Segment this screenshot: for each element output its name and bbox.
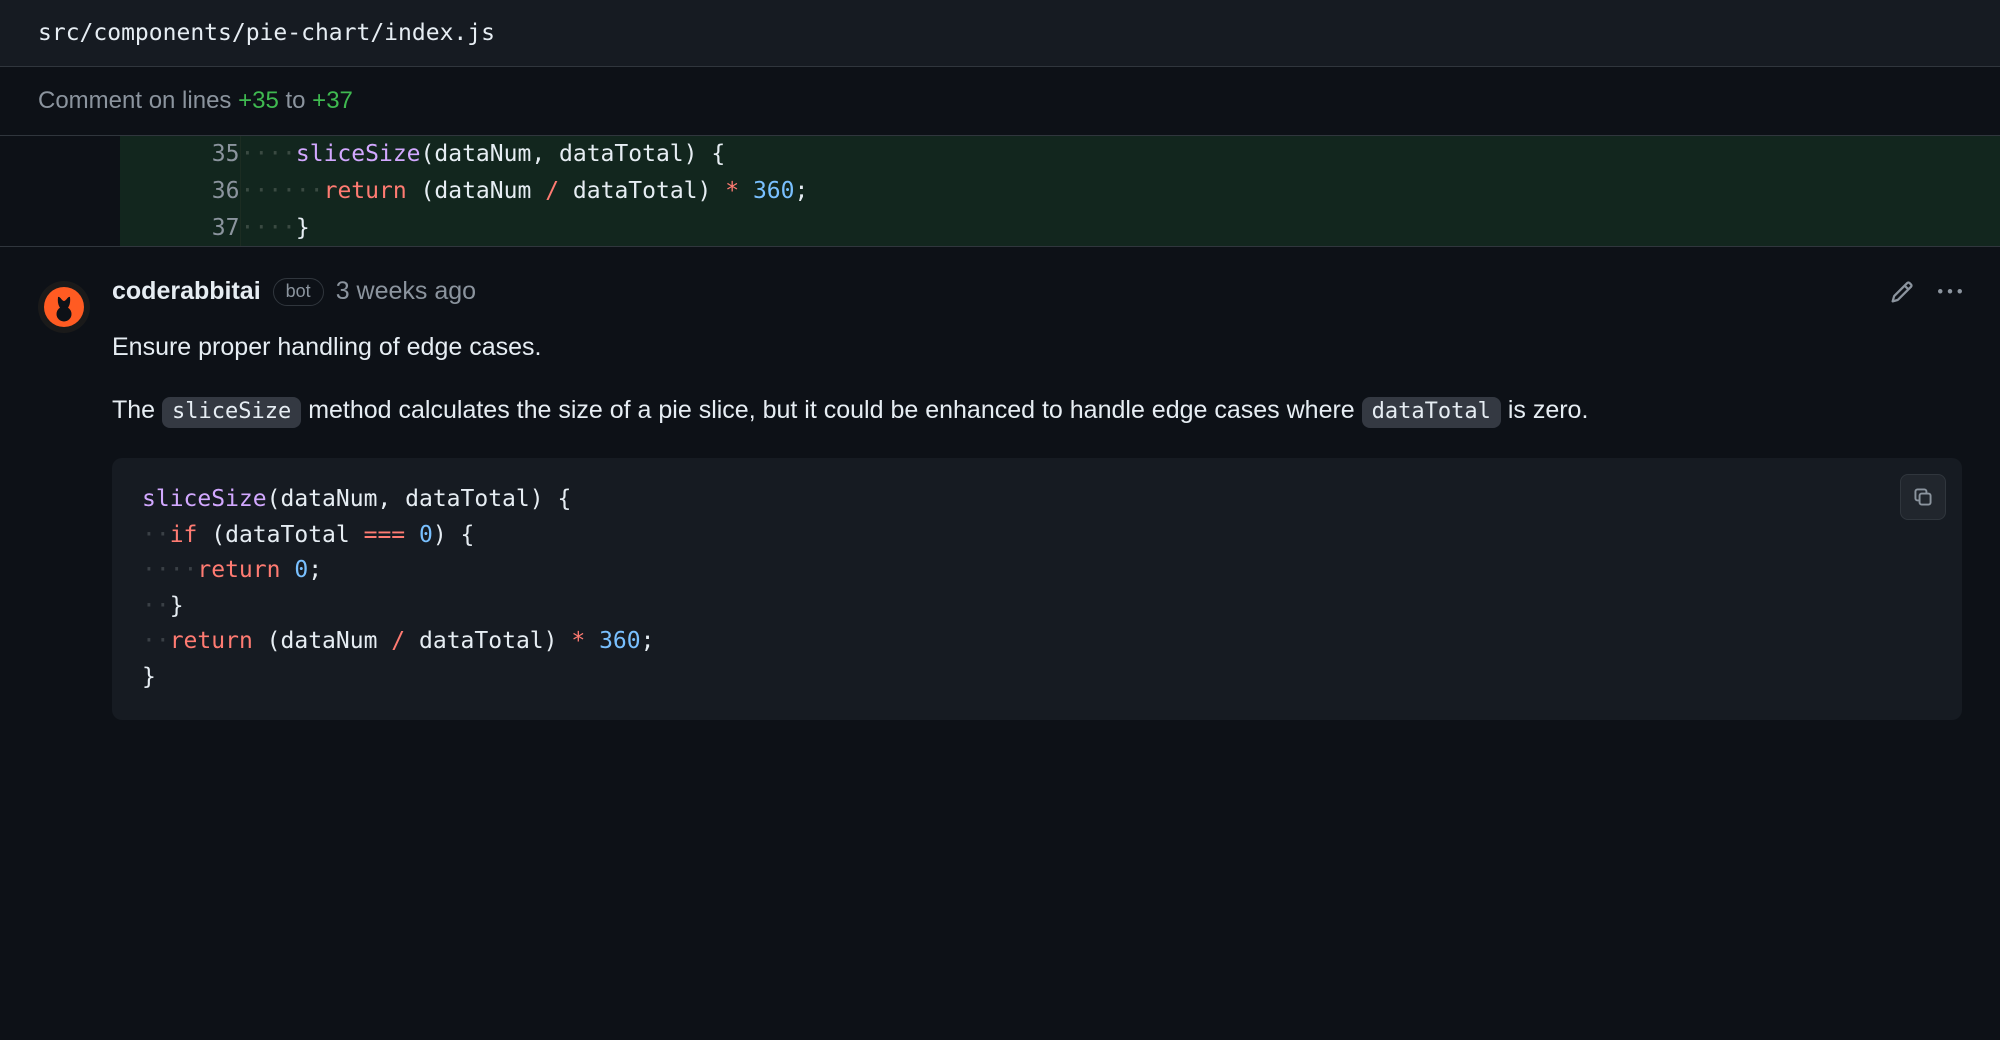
diff-row: 37····} — [0, 210, 2000, 247]
gutter-outer — [0, 173, 120, 210]
inline-code: dataTotal — [1362, 397, 1501, 428]
copy-button[interactable] — [1900, 474, 1946, 520]
diff-table: 35····sliceSize(dataNum, dataTotal) {36·… — [0, 136, 2000, 246]
code-line: ····} — [240, 210, 2000, 247]
range-from[interactable]: +35 — [238, 87, 279, 114]
diff-row: 35····sliceSize(dataNum, dataTotal) { — [0, 136, 2000, 173]
comment-title: Ensure proper handling of edge cases. — [112, 328, 1962, 367]
copy-icon — [1912, 486, 1934, 508]
bot-badge: bot — [273, 278, 324, 307]
commenter-name[interactable]: coderabbitai — [112, 277, 261, 306]
avatar[interactable] — [38, 281, 90, 333]
review-comment: coderabbitai bot 3 weeks ago Ensure prop… — [0, 246, 2000, 759]
kebab-icon — [1938, 280, 1962, 304]
diff-row: 36······return (dataNum / dataTotal) * 3… — [0, 173, 2000, 210]
comment-actions — [1890, 280, 1962, 304]
comment-text: Ensure proper handling of edge cases. Th… — [112, 328, 1962, 430]
gutter-outer — [0, 136, 120, 173]
line-number[interactable]: 35 — [120, 136, 240, 173]
range-connector: to — [279, 87, 312, 114]
file-path[interactable]: src/components/pie-chart/index.js — [38, 20, 495, 46]
comment-timestamp[interactable]: 3 weeks ago — [336, 277, 476, 306]
inline-code: sliceSize — [162, 397, 301, 428]
suggestion-block: sliceSize(dataNum, dataTotal) { ··if (da… — [112, 458, 1962, 720]
suggestion-code: sliceSize(dataNum, dataTotal) { ··if (da… — [142, 482, 1938, 696]
range-to[interactable]: +37 — [312, 87, 353, 114]
line-number[interactable]: 37 — [120, 210, 240, 247]
code-line: ······return (dataNum / dataTotal) * 360… — [240, 173, 2000, 210]
line-number[interactable]: 36 — [120, 173, 240, 210]
more-actions-button[interactable] — [1938, 280, 1962, 304]
gutter-outer — [0, 210, 120, 247]
coderabbit-logo-icon — [44, 287, 84, 327]
range-prefix: Comment on lines — [38, 87, 238, 114]
file-header: src/components/pie-chart/index.js — [0, 0, 2000, 67]
review-panel: src/components/pie-chart/index.js Commen… — [0, 0, 2000, 760]
edit-button[interactable] — [1890, 280, 1914, 304]
comment-body: coderabbitai bot 3 weeks ago Ensure prop… — [112, 277, 1962, 759]
pencil-icon — [1890, 280, 1914, 304]
comment-header: coderabbitai bot 3 weeks ago — [112, 277, 1962, 306]
comment-paragraph: The sliceSize method calculates the size… — [112, 391, 1962, 430]
comment-range: Comment on lines +35 to +37 — [0, 67, 2000, 136]
code-line: ····sliceSize(dataNum, dataTotal) { — [240, 136, 2000, 173]
